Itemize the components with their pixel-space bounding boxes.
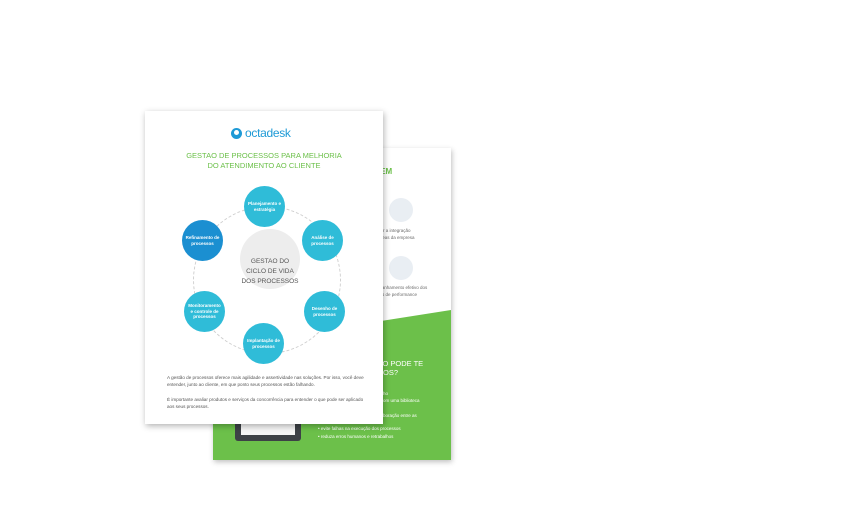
octadesk-logo: octadesk [231,126,291,140]
green-line2: om uma biblioteca [383,398,420,403]
center-line3: DOS PROCESSOS [241,278,299,285]
front-page: octadesk GESTAO DE PROCESSOS PARA MELHOR… [145,111,383,424]
bullet-1: • evite falhas na execução dos processos [318,426,401,431]
octadesk-logo-icon [231,127,242,139]
center-line2: CICLO DE VIDA [246,268,294,275]
title-line1: GESTAO DE PROCESSOS PARA MELHORIA [186,151,342,160]
node-planejamento: Planejamento e estratégia [244,186,285,227]
paragraph-1: A gestão de processos oferece mais agili… [167,375,364,387]
node-desenho: Desenho de processos [304,291,345,332]
title-line2: DO ATENDIMENTO AO CLIENTE [207,161,321,170]
node-analise: Análise de processos [302,220,343,261]
green-heading-line2: SOS? [378,368,399,377]
green-heading-line1: TO PODE TE [378,359,424,368]
center-line1: GESTAO DO [250,258,290,265]
node-refinamento: Refinamento de processos [182,220,223,261]
bullet-2: • reduza erros humanos e retrabalhos [318,434,394,439]
green-heading: TO PODE TE SOS? [378,359,423,377]
integration-icon [389,198,413,222]
node-monitoramento: Monitoramento e controle de processos [184,291,225,332]
performance-icon [389,256,413,280]
brand-name: octadesk [245,126,291,140]
node-implantacao: Implantação de processos [243,323,284,364]
green-line3: boração entre as [383,413,417,418]
paragraph-2: É importante avaliar produtos e serviços… [167,397,364,409]
green-line1: ho [383,391,389,396]
